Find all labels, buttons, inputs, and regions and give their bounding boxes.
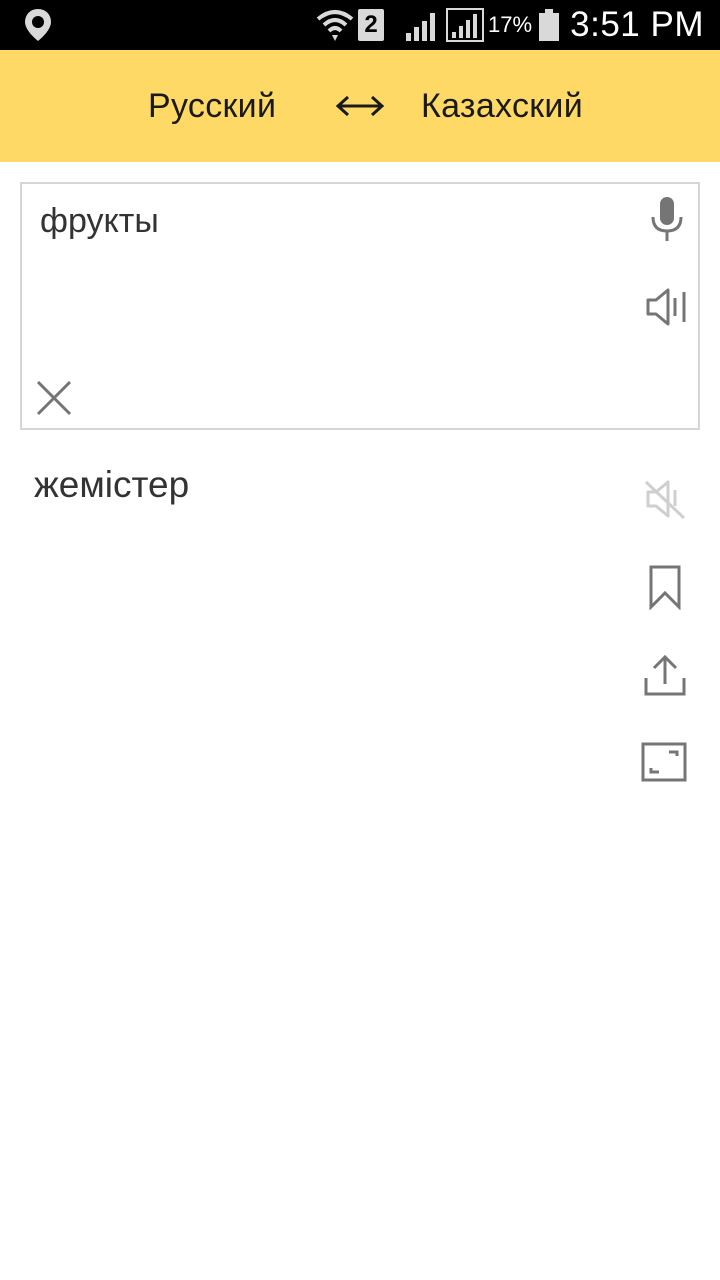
- sim-2-icon: 2: [358, 0, 384, 50]
- microphone-button[interactable]: [642, 190, 692, 248]
- swap-languages-button[interactable]: [334, 86, 386, 126]
- source-text[interactable]: фрукты: [40, 202, 159, 241]
- share-icon: [644, 654, 686, 696]
- wifi-icon: [316, 0, 354, 50]
- fullscreen-button[interactable]: [636, 736, 692, 788]
- clear-button[interactable]: [30, 374, 78, 422]
- status-bar: 2 17% 3:51 PM: [0, 0, 720, 50]
- source-text-input[interactable]: фрукты: [20, 182, 700, 430]
- signal-icon-2: [446, 0, 484, 50]
- source-language-button[interactable]: Русский: [148, 50, 276, 162]
- battery-icon: [538, 0, 560, 50]
- location-pin-icon: [22, 0, 54, 50]
- bookmark-button[interactable]: [638, 560, 692, 614]
- clear-icon: [36, 380, 72, 416]
- speaker-icon: [646, 288, 686, 326]
- fullscreen-icon: [641, 742, 687, 782]
- swap-arrows-icon: [335, 95, 385, 117]
- share-button[interactable]: [638, 648, 692, 702]
- language-bar: Русский Казахский: [0, 50, 720, 162]
- speak-translation-button[interactable]: [638, 472, 692, 526]
- sim-badge: 2: [358, 9, 384, 41]
- speaker-muted-icon: [644, 480, 686, 520]
- translation-text: жемістер: [34, 464, 190, 505]
- clock: 3:51 PM: [570, 5, 704, 44]
- signal-icon: [404, 0, 440, 50]
- bookmark-icon: [649, 565, 681, 610]
- target-language-button[interactable]: Казахский: [421, 50, 583, 162]
- speak-source-button[interactable]: [640, 280, 694, 334]
- microphone-icon: [651, 197, 683, 241]
- battery-percent: 17%: [488, 12, 533, 37]
